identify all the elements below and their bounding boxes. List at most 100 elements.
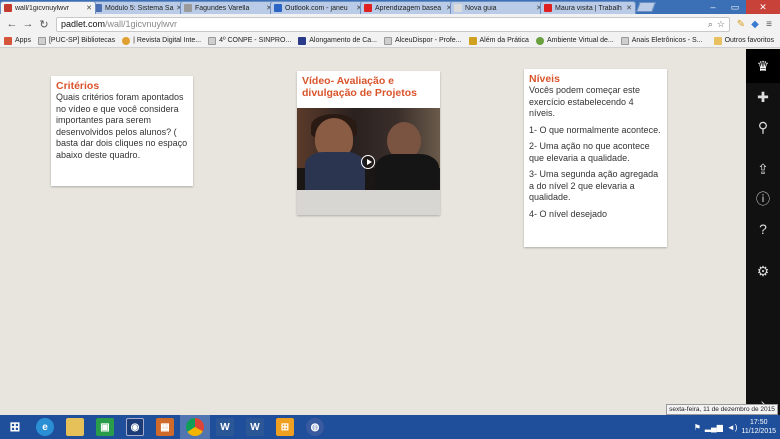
post-body: Quais critérios foram apontados no vídeo…: [56, 92, 188, 160]
taskbar-windows[interactable]: ⊞: [270, 415, 300, 439]
lightbulb-icon: [122, 36, 131, 45]
flag-icon[interactable]: ⚑: [694, 423, 701, 432]
tab-title: wall/1gicvnuylwvr: [15, 4, 70, 12]
bookmark-item[interactable]: [PUC-SP] Bibliotecas: [37, 36, 115, 45]
padlet-logo-icon[interactable]: ♛: [746, 49, 780, 83]
page-icon: [37, 36, 46, 45]
page-icon: [620, 36, 629, 45]
extension-drive-icon[interactable]: ◆: [748, 17, 762, 31]
tab-aprendizagem[interactable]: Aprendizagem basea ✕: [360, 1, 456, 14]
taskbar-word[interactable]: W: [210, 415, 240, 439]
tab-maura[interactable]: Maura visita | Trabalh ✕: [540, 1, 636, 14]
network-icon[interactable]: ▂▄▆: [705, 423, 723, 432]
page-icon: [208, 36, 217, 45]
tab-outlook[interactable]: Outlook.com - janeu ✕: [270, 1, 366, 14]
taskbar-chrome[interactable]: [180, 415, 210, 439]
url-host: padlet.com: [61, 19, 106, 29]
youtube-favicon-icon: [364, 4, 372, 12]
system-tray: ⚑ ▂▄▆ ◄) 17:50 11/12/2015: [694, 418, 780, 436]
bookmark-star-icon[interactable]: ☆: [717, 19, 725, 30]
zoom-icon[interactable]: ⌕: [708, 19, 713, 30]
windows-logo-icon: ⊞: [9, 419, 21, 434]
extension-pen-icon[interactable]: ✎: [734, 17, 748, 31]
minimize-icon[interactable]: –: [702, 0, 724, 14]
gear-icon[interactable]: ⚙: [746, 261, 780, 281]
add-post-icon[interactable]: ✚: [746, 87, 780, 107]
taskbar-media[interactable]: ◍: [300, 415, 330, 439]
bookmark-label: AlceuDispor - Profe...: [394, 37, 462, 44]
taskbar-ie[interactable]: e: [30, 415, 60, 439]
clock[interactable]: 17:50 11/12/2015: [741, 418, 776, 436]
address-bar[interactable]: padlet.com/wall/1gicvnuylwvr ⌕ ☆: [56, 16, 730, 32]
tiles-icon: ▦: [156, 418, 174, 436]
post-paragraph: Vocês podem começar este exercício estab…: [529, 85, 641, 118]
post-paragraph: 3- Uma segunda ação agregada a do nível …: [529, 169, 659, 202]
taskbar-word[interactable]: W: [240, 415, 270, 439]
start-button[interactable]: ⊞: [0, 415, 30, 439]
page-icon: [383, 36, 392, 45]
bookmark-item[interactable]: | Revista Digital Inte...: [122, 36, 201, 45]
forward-arrow-icon[interactable]: →: [20, 16, 36, 32]
taskbar-tiles[interactable]: ▦: [150, 415, 180, 439]
other-bookmarks[interactable]: Outros favoritos: [713, 36, 774, 45]
info-icon[interactable]: ⓘ: [746, 189, 780, 209]
bookmark-item[interactable]: Anais Eletrônicos - S...: [620, 36, 703, 45]
bookmark-item[interactable]: Ambiente Virtual de...: [535, 36, 614, 45]
apps-grid-icon: [4, 36, 12, 45]
windows-tiles-icon: ⊞: [276, 418, 294, 436]
taskbar-explorer[interactable]: [60, 415, 90, 439]
video-thumbnail[interactable]: [297, 108, 440, 215]
maximize-icon[interactable]: ▭: [724, 0, 746, 14]
bookmark-label: Ambiente Virtual de...: [546, 37, 614, 44]
window-controls: – ▭ ✕: [702, 0, 780, 14]
menu-icon[interactable]: ≡: [762, 17, 776, 31]
bookmark-item[interactable]: 4º CONPE - SINPRO...: [208, 36, 292, 45]
tab-nova-guia[interactable]: Nova guia ✕: [450, 1, 546, 14]
bookmark-item[interactable]: Além da Prática: [468, 36, 529, 45]
post-title: Critérios: [56, 80, 100, 92]
volume-icon[interactable]: ◄): [727, 423, 738, 432]
media-icon: ◍: [306, 418, 324, 436]
folder-icon: [66, 418, 84, 436]
play-icon[interactable]: [361, 155, 375, 169]
tab-title: Nova guia: [465, 4, 497, 12]
bookmarks-bar: Apps [PUC-SP] Bibliotecas | Revista Digi…: [0, 34, 780, 48]
post-criterios[interactable]: Critérios Quais critérios foram apontado…: [51, 76, 193, 186]
post-paragraph: 1- O que normalmente acontece.: [529, 124, 661, 135]
tab-title: Aprendizagem basea: [375, 4, 442, 12]
taskbar-store[interactable]: ▣: [90, 415, 120, 439]
bookmark-item[interactable]: Alongamento de Ca...: [298, 36, 377, 45]
tab-modulo[interactable]: Módulo 5: Sistema Sa ✕: [90, 1, 186, 14]
tab-fagundes[interactable]: Fagundes Varella ✕: [180, 1, 276, 14]
taskbar-app[interactable]: ◉: [120, 415, 150, 439]
blank-favicon-icon: [454, 4, 462, 12]
padlet-wall[interactable]: Critérios Quais critérios foram apontado…: [0, 49, 746, 415]
tab-title: Fagundes Varella: [195, 4, 250, 12]
post-niveis[interactable]: Níveis Vocês podem começar este exercíci…: [524, 69, 667, 247]
tab-title: Maura visita | Trabalh: [555, 4, 622, 12]
tab-close-icon[interactable]: ✕: [626, 4, 632, 12]
chrome-icon: [186, 418, 204, 436]
tab-title: Outlook.com - janeu: [285, 4, 348, 12]
close-window-icon[interactable]: ✕: [746, 0, 780, 14]
clock-time: 17:50: [749, 419, 768, 426]
share-icon[interactable]: ⇪: [746, 159, 780, 179]
bookmark-label: 4º CONPE - SINPRO...: [219, 37, 292, 44]
new-tab-button[interactable]: [636, 2, 656, 12]
clock-date: 11/12/2015: [741, 428, 776, 435]
post-video[interactable]: Vídeo- Avaliação e divulgação de Projeto…: [297, 71, 440, 215]
bookmark-item[interactable]: AlceuDispor - Profe...: [383, 36, 462, 45]
outlook-favicon-icon: [274, 4, 282, 12]
tab-title: Módulo 5: Sistema Sa: [105, 4, 174, 12]
folder-icon: [713, 36, 722, 45]
reload-icon[interactable]: ↻: [36, 16, 52, 32]
tab-close-icon[interactable]: ✕: [86, 4, 92, 12]
table-surface: [297, 190, 440, 215]
help-icon[interactable]: ?: [746, 219, 780, 239]
tab-padlet[interactable]: wall/1gicvnuylwvr ✕: [0, 1, 96, 14]
padlet-sidebar: ♛ ✚ ⚲ ⇪ ⓘ ? ⚙ ›: [746, 49, 780, 415]
browser-toolbar: ← → ↻ padlet.com/wall/1gicvnuylwvr ⌕ ☆ ✎…: [0, 14, 780, 34]
back-arrow-icon[interactable]: ←: [4, 16, 20, 32]
settings-wrench-icon[interactable]: ⚲: [746, 117, 780, 137]
bookmark-apps[interactable]: Apps: [4, 36, 31, 45]
